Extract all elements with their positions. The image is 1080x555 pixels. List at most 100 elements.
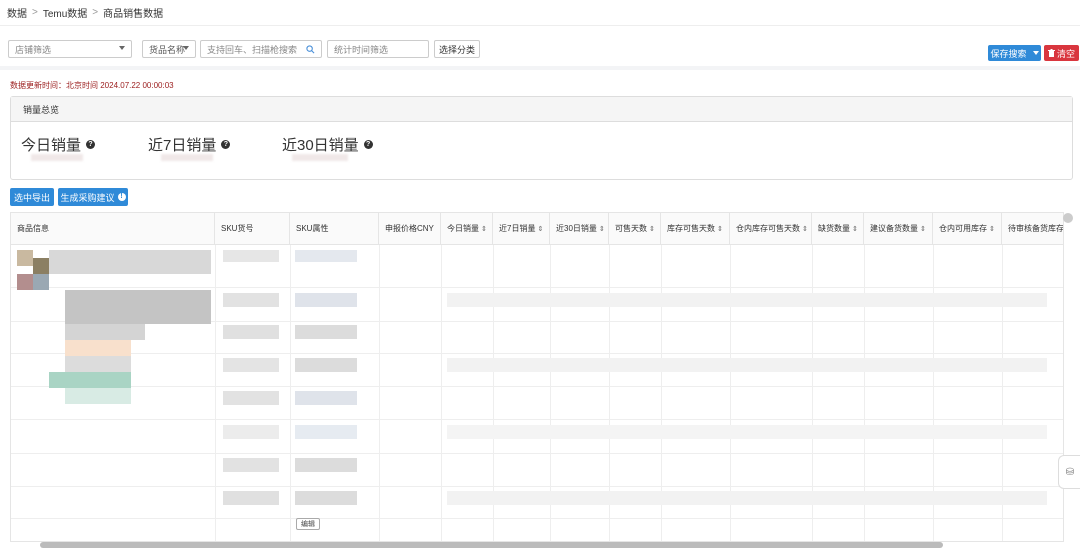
col-sku-attr: SKU属性 — [290, 213, 379, 245]
metric-30day: 近30日销量? — [282, 134, 373, 155]
row-divider — [11, 353, 1063, 354]
sku-code-blurred — [223, 491, 279, 505]
breadcrumb-item-sales: 商品销售数据 — [103, 9, 164, 20]
product-thumbnail — [33, 274, 49, 290]
store-filter-select[interactable]: 店铺筛选 — [8, 40, 132, 58]
purchase-suggestion-button[interactable]: 生成采购建议 ! — [58, 188, 128, 206]
row-divider — [11, 486, 1063, 487]
row-values-blurred — [447, 293, 1047, 307]
sku-code-blurred — [223, 358, 279, 372]
question-icon[interactable]: ? — [363, 140, 373, 149]
col-suggested-stock-label: 建议备货数量 — [870, 224, 918, 233]
sort-icon[interactable]: ⇕ — [481, 225, 487, 233]
sku-attr-blurred — [295, 491, 357, 505]
goods-field-label: 货品名称 — [149, 44, 186, 55]
col-today-sales-label: 今日销量 — [447, 224, 479, 233]
sku-code-blurred — [223, 391, 279, 405]
col-today-sales[interactable]: 今日销量 ⇕ — [441, 213, 493, 245]
update-time: 数据更新时间：北京时间 2024.07.22 00:00:03 — [10, 81, 174, 90]
column-divider — [441, 245, 442, 541]
col-30day-sales[interactable]: 近30日销量 ⇕ — [550, 213, 609, 245]
sku-attr-blurred — [295, 293, 357, 307]
metric-30day-label: 近30日销量 — [282, 137, 359, 154]
breadcrumb-item-data[interactable]: 数据 — [7, 5, 27, 20]
product-meta-blurred — [65, 356, 131, 372]
metric-7day-label: 近7日销量 — [148, 137, 217, 154]
row-divider — [11, 453, 1063, 454]
search-icon[interactable] — [306, 45, 315, 54]
col-suggested-stock[interactable]: 建议备货数量 ⇕ — [864, 213, 933, 245]
sku-attr-blurred — [295, 325, 357, 339]
sort-icon[interactable]: ⇕ — [649, 225, 655, 233]
sales-table: 商品信息 SKU货号 SKU属性 申报价格CNY 今日销量 ⇕ 近7日销量 ⇕ 近3… — [10, 212, 1064, 542]
product-thumbnail[interactable] — [17, 250, 33, 266]
col-warehouse-sellable-days-label: 仓内库存可售天数 — [736, 224, 800, 233]
col-sellable-days-label: 可售天数 — [615, 224, 647, 233]
sort-icon[interactable]: ⇕ — [920, 225, 926, 233]
sku-attr-blurred — [295, 458, 357, 472]
col-stock-sellable-days-label: 库存可售天数 — [667, 224, 715, 233]
row-values-blurred — [447, 425, 1047, 439]
col-product-info: 商品信息 — [11, 213, 215, 245]
edit-tooltip[interactable]: 编辑 — [296, 518, 320, 530]
blurred-value — [292, 154, 348, 161]
col-sellable-days[interactable]: 可售天数 ⇕ — [609, 213, 661, 245]
col-stock-sellable-days[interactable]: 库存可售天数 ⇕ — [661, 213, 730, 245]
breadcrumb: 数据 > Temu数据 > 商品销售数据 — [0, 0, 1080, 25]
save-search-button[interactable]: 保存搜索 — [988, 45, 1041, 61]
product-title-blurred — [65, 290, 211, 324]
row-values-blurred — [447, 358, 1047, 372]
product-thumbnail — [17, 274, 33, 290]
col-shortage[interactable]: 缺货数量 ⇕ — [812, 213, 864, 245]
col-warehouse-available-label: 仓内可用库存 — [939, 224, 987, 233]
sort-icon[interactable]: ⇕ — [537, 225, 543, 233]
sku-attr-blurred — [295, 425, 357, 439]
product-meta-blurred — [65, 324, 145, 340]
sku-code-blurred — [223, 425, 279, 439]
col-warehouse-available[interactable]: 仓内可用库存 ⇕ — [933, 213, 1002, 245]
sku-code-blurred — [223, 458, 279, 472]
trash-icon — [1047, 49, 1055, 57]
breadcrumb-separator: > — [92, 7, 99, 18]
clear-button[interactable]: 清空 — [1044, 45, 1079, 61]
row-divider — [11, 386, 1063, 387]
sku-code-blurred — [223, 250, 279, 262]
column-divider — [290, 245, 291, 541]
column-divider — [379, 245, 380, 541]
sort-icon[interactable]: ⇕ — [717, 225, 723, 233]
sort-icon[interactable]: ⇕ — [852, 225, 858, 233]
floating-service-icon[interactable]: ⛁ — [1058, 455, 1080, 489]
sort-icon[interactable]: ⇕ — [599, 225, 605, 233]
sku-code-blurred — [223, 325, 279, 339]
info-icon: ! — [117, 193, 126, 201]
export-selected-button[interactable]: 选中导出 — [10, 188, 54, 206]
col-pending-review-stock: 待审核备货库存 — [1002, 213, 1063, 245]
select-category-button[interactable]: 选择分类 — [434, 40, 480, 58]
clear-label: 清空 — [1056, 48, 1075, 59]
search-placeholder: 支持回车、扫描枪搜索 — [207, 44, 298, 55]
horizontal-scrollbar[interactable] — [40, 542, 943, 548]
product-title-blurred — [49, 250, 211, 274]
row-divider — [11, 287, 1063, 288]
sort-icon[interactable]: ⇕ — [989, 225, 995, 233]
sort-icon[interactable]: ⇕ — [802, 225, 808, 233]
sku-attr-blurred — [295, 250, 357, 262]
search-input[interactable]: 支持回车、扫描枪搜索 — [200, 40, 322, 58]
filter-bar: 店铺筛选 货品名称 支持回车、扫描枪搜索 统计时间筛选 选择分类 保存搜索 清空 — [0, 25, 1080, 66]
time-filter-input[interactable]: 统计时间筛选 — [327, 40, 429, 58]
question-icon[interactable]: ? — [86, 140, 96, 149]
product-meta-blurred — [65, 388, 131, 404]
chevron-down-icon — [1032, 51, 1039, 55]
sku-attr-blurred — [295, 358, 357, 372]
vertical-scrollbar[interactable] — [1063, 213, 1073, 223]
question-icon[interactable]: ? — [221, 140, 231, 149]
save-search-label: 保存搜索 — [990, 48, 1027, 59]
col-warehouse-sellable-days[interactable]: 仓内库存可售天数 ⇕ — [730, 213, 812, 245]
breadcrumb-item-temu[interactable]: Temu数据 — [43, 5, 87, 20]
sku-code-blurred — [223, 293, 279, 307]
breadcrumb-separator: > — [32, 7, 38, 18]
col-7day-sales[interactable]: 近7日销量 ⇕ — [493, 213, 550, 245]
metric-today: 今日销量? — [21, 134, 96, 155]
goods-field-select[interactable]: 货品名称 — [142, 40, 196, 58]
sales-overview: 销量总览 今日销量? 近7日销量? 近30日销量? — [10, 96, 1073, 180]
